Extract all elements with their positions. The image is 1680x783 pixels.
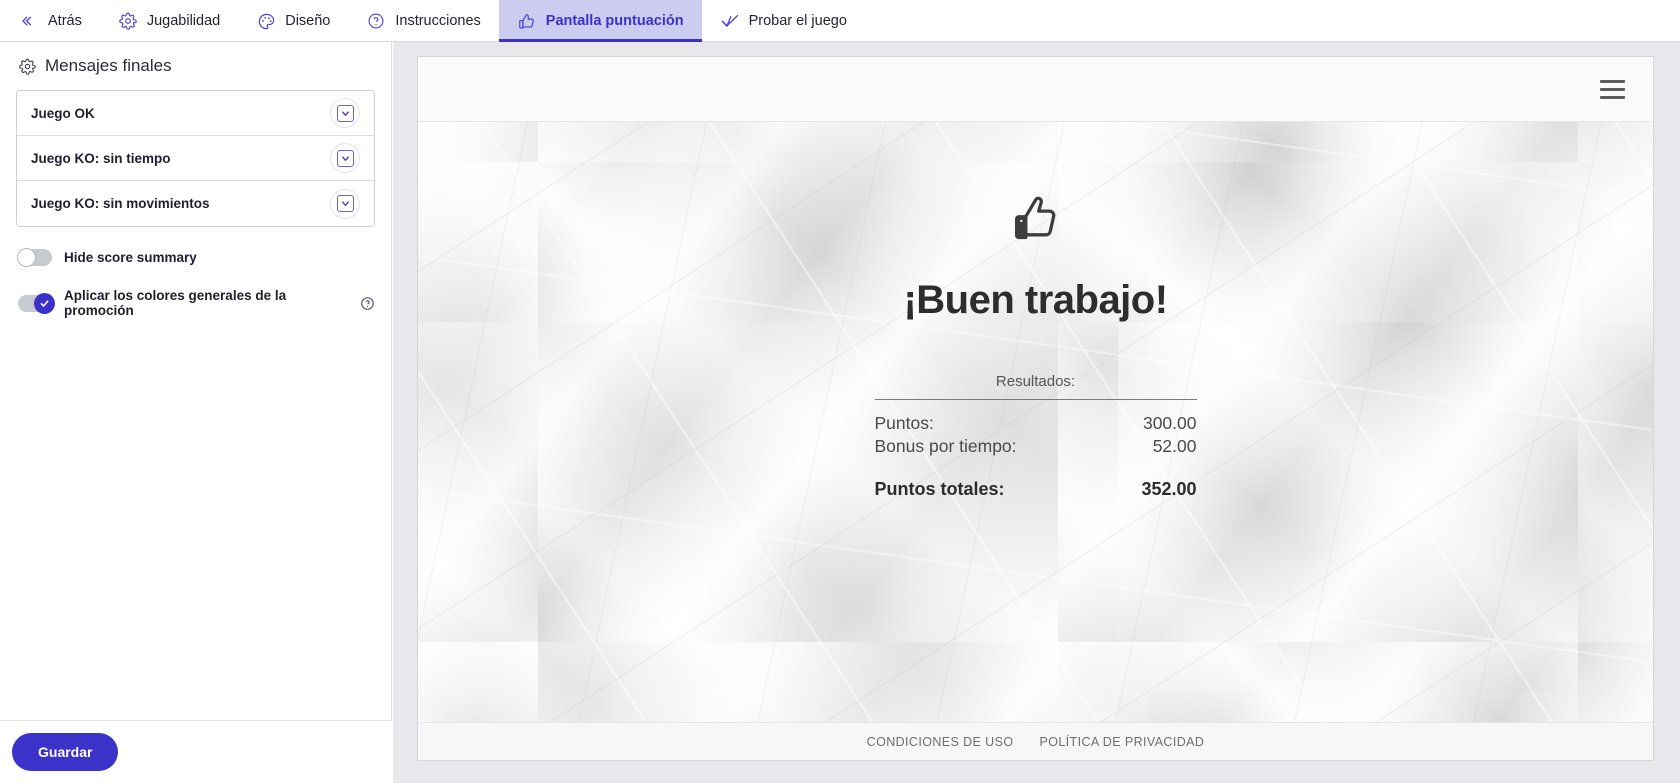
page-title: ¡Buen trabajo!: [903, 278, 1168, 322]
nav-item-jugabilidad[interactable]: Jugabilidad: [100, 0, 238, 42]
nav-item-diseno-label: Diseño: [285, 13, 331, 29]
chevron-down-icon: [336, 149, 354, 167]
palette-icon: [256, 11, 276, 31]
preview-footer: CONDICIONES DE USO POLÍTICA DE PRIVACIDA…: [418, 722, 1653, 760]
list-item[interactable]: Juego KO: sin movimientos: [17, 181, 374, 226]
score-total-label: Puntos totales:: [874, 478, 1005, 499]
nav-item-back[interactable]: Atrás: [0, 0, 100, 42]
footer-link-privacy[interactable]: POLÍTICA DE PRIVACIDAD: [1039, 735, 1204, 749]
nav-item-probar-el-juego-label: Probar el juego: [748, 13, 847, 29]
score-row-total: Puntos totales: 352.00: [875, 478, 1197, 501]
device-preview-frame: ¡Buen trabajo! Resultados: Puntos: 300.0…: [417, 56, 1654, 761]
nav-item-pantalla-puntuacion-label: Pantalla puntuación: [545, 13, 684, 29]
chevron-down-icon: [336, 195, 354, 212]
gear-icon: [18, 57, 36, 75]
toggle-knob: [17, 248, 36, 267]
toggle-label-hide-score-summary: Hide score summary: [64, 250, 197, 265]
question-circle-icon[interactable]: [359, 295, 375, 311]
nav-item-diseno[interactable]: Diseño: [238, 0, 348, 42]
score-row-puntos: Puntos: 300.00: [875, 412, 1197, 435]
nav-item-jugabilidad-label: Jugabilidad: [146, 13, 221, 29]
preview-header: [418, 57, 1653, 122]
hamburger-line: [1600, 87, 1625, 91]
check-wave-icon: [720, 11, 740, 31]
score-row-value: 52.00: [1152, 435, 1197, 456]
score-row-label: Puntos:: [874, 413, 934, 433]
message-label-juego-ko-sin-tiempo: Juego KO: sin tiempo: [31, 150, 171, 166]
score-row-bonus: Bonus por tiempo: 52.00: [875, 435, 1197, 458]
toggle-label-apply-promo-colors: Aplicar los colores generales de la prom…: [64, 288, 287, 318]
top-navigation-bar: Atrás Jugabilidad Diseño Instrucciones P…: [0, 0, 1680, 42]
message-label-juego-ko-sin-movimientos: Juego KO: sin movimientos: [31, 196, 210, 211]
toggle-knob: [34, 292, 55, 314]
preview-area: ¡Buen trabajo! Resultados: Puntos: 300.0…: [393, 42, 1680, 783]
message-label-juego-ok: Juego OK: [31, 105, 95, 121]
toggle-apply-promo-colors[interactable]: [18, 292, 55, 314]
sidebar-footer: Guardar: [0, 720, 392, 783]
hamburger-line: [1600, 79, 1625, 83]
list-item[interactable]: Juego KO: sin tiempo: [17, 136, 374, 181]
hamburger-menu-icon[interactable]: [1600, 79, 1625, 99]
expand-button-juego-ko-sin-tiempo[interactable]: [330, 143, 360, 173]
nav-item-back-label: Atrás: [48, 13, 82, 29]
sidebar-section-title: Mensajes finales: [16, 56, 375, 76]
expand-button-juego-ko-sin-movimientos[interactable]: [330, 188, 360, 219]
list-item[interactable]: Juego OK: [17, 91, 374, 136]
toggle-row-hide-score-summary: Hide score summary: [16, 248, 375, 267]
score-total-value: 352.00: [1141, 478, 1197, 499]
score-row-value: 300.00: [1142, 413, 1197, 433]
sidebar-section-title-label: Mensajes finales: [45, 56, 172, 75]
score-screen-content: ¡Buen trabajo! Resultados: Puntos: 300.0…: [418, 192, 1653, 501]
toggle-row-apply-promo-colors: Aplicar los colores generales de la prom…: [16, 288, 375, 318]
score-row-label: Bonus por tiempo:: [874, 435, 1017, 456]
chevrons-left-icon: [16, 11, 36, 31]
nav-item-probar-el-juego[interactable]: Probar el juego: [702, 0, 865, 42]
nav-item-pantalla-puntuacion[interactable]: Pantalla puntuación: [498, 0, 702, 42]
save-button[interactable]: Guardar: [12, 733, 119, 771]
hamburger-line: [1600, 95, 1625, 99]
toggle-hide-score-summary[interactable]: [17, 248, 52, 267]
results-heading: Resultados:: [874, 373, 1197, 400]
thumbs-up-icon: [517, 11, 537, 31]
settings-sidebar: Mensajes finales Juego OK Juego KO: sin …: [0, 42, 392, 783]
nav-item-instrucciones[interactable]: Instrucciones: [348, 0, 498, 42]
question-circle-icon: [366, 11, 386, 31]
preview-body: ¡Buen trabajo! Resultados: Puntos: 300.0…: [418, 122, 1653, 722]
thumbs-up-icon: [1008, 192, 1064, 248]
nav-item-instrucciones-label: Instrucciones: [395, 13, 481, 29]
sidebar-scroll-area: Mensajes finales Juego OK Juego KO: sin …: [0, 42, 391, 720]
chevron-down-icon: [336, 104, 354, 122]
expand-button-juego-ok[interactable]: [330, 98, 360, 128]
final-messages-list: Juego OK Juego KO: sin tiempo Juego KO: …: [16, 90, 375, 227]
score-summary: Resultados: Puntos: 300.00 Bonus por tie…: [874, 373, 1197, 501]
gear-icon: [118, 11, 138, 31]
footer-link-terms[interactable]: CONDICIONES DE USO: [867, 735, 1014, 749]
